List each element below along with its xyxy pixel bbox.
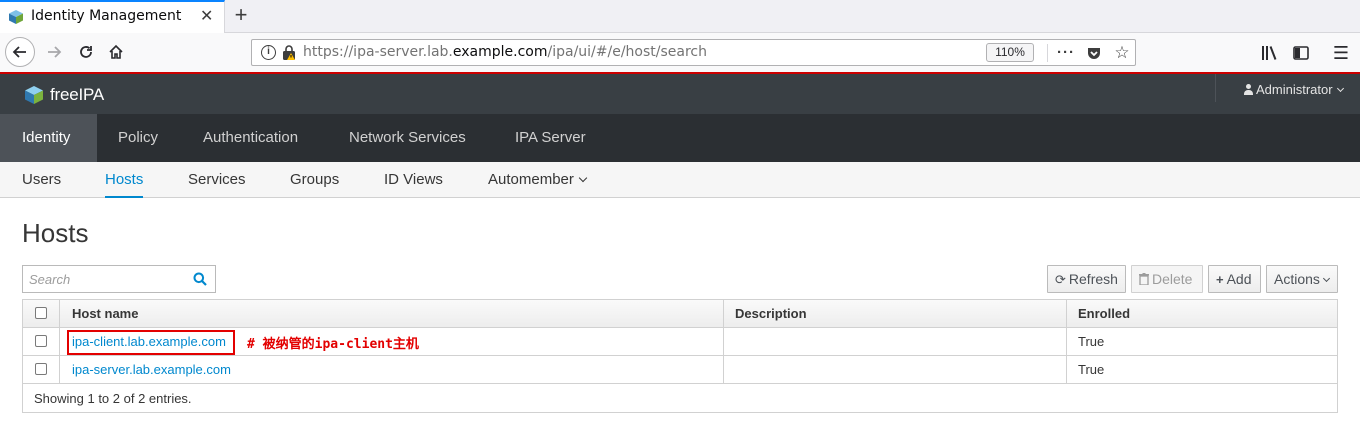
- page-actions-more-icon[interactable]: ···: [1056, 43, 1076, 63]
- refresh-icon: ⟳: [1055, 272, 1066, 287]
- url-host: example.com: [452, 44, 548, 60]
- reload-button[interactable]: [71, 37, 101, 67]
- delete-label: Delete: [1152, 271, 1193, 287]
- user-name: Administrator: [1256, 82, 1333, 97]
- arrow-right-icon: [48, 46, 62, 58]
- add-label: Add: [1226, 271, 1252, 287]
- column-header-description[interactable]: Description: [723, 300, 1066, 327]
- nav-ipa-server[interactable]: IPA Server: [493, 114, 608, 162]
- url-text[interactable]: https://ipa-server.lab.example.com/ipa/u…: [303, 44, 707, 60]
- subnav-users[interactable]: Users: [22, 162, 61, 198]
- url-bar-divider: [1047, 44, 1048, 62]
- home-button[interactable]: [101, 37, 131, 67]
- bookmark-star-icon[interactable]: ☆: [1112, 43, 1132, 63]
- row-select-cell: [23, 328, 59, 355]
- refresh-label: Refresh: [1068, 271, 1118, 287]
- forward-button[interactable]: [39, 37, 69, 67]
- pocket-shape: [1088, 48, 1100, 59]
- hosts-table: Host name Description Enrolled ipa-clien…: [22, 299, 1338, 413]
- sidebar-toggle-icon[interactable]: [1290, 42, 1312, 64]
- hamburger-menu-icon[interactable]: ☰: [1330, 42, 1352, 64]
- pocket-icon[interactable]: [1084, 43, 1104, 63]
- enrolled-cell: True: [1066, 356, 1337, 383]
- chevron-down-icon: [1336, 84, 1344, 93]
- url-prefix: https://ipa-server.lab.: [303, 44, 453, 60]
- column-header-enrolled[interactable]: Enrolled: [1066, 300, 1337, 327]
- page-title: Hosts: [22, 218, 89, 248]
- browser-tab[interactable]: Identity Management ✕: [0, 0, 225, 33]
- table-footer-summary: Showing 1 to 2 of 2 entries.: [34, 391, 192, 406]
- row-checkbox[interactable]: [35, 335, 47, 347]
- search-icon[interactable]: [193, 272, 207, 286]
- user-menu[interactable]: Administrator: [1244, 82, 1344, 97]
- select-all-cell: [23, 300, 59, 327]
- subnav-groups[interactable]: Groups: [290, 162, 339, 198]
- browser-tab-strip: Identity Management ✕ +: [0, 0, 1360, 33]
- url-bar[interactable]: i https://ipa-server.lab.example.com/ipa…: [251, 39, 1136, 66]
- freeipa-favicon-icon: [9, 10, 23, 24]
- annotation-highlight-box: [67, 330, 235, 355]
- nav-policy[interactable]: Policy: [96, 114, 180, 162]
- subnav-automember-label: Automember: [488, 171, 574, 188]
- tab-title: Identity Management: [31, 8, 182, 24]
- annotation-text: # 被纳管的ipa-client主机: [247, 337, 419, 352]
- trash-icon: [1139, 273, 1149, 286]
- secondary-nav: Users Hosts Services Groups ID Views Aut…: [0, 162, 1360, 198]
- row-checkbox[interactable]: [35, 363, 47, 375]
- browser-toolbar: i https://ipa-server.lab.example.com/ipa…: [0, 33, 1360, 72]
- chevron-down-icon: [578, 173, 588, 183]
- subnav-hosts[interactable]: Hosts: [105, 162, 144, 198]
- refresh-button[interactable]: ⟳ Refresh: [1047, 265, 1126, 293]
- column-header-host-name[interactable]: Host name: [59, 300, 723, 327]
- app-header: freeIPA Administrator: [0, 72, 1360, 114]
- tab-close-icon[interactable]: ✕: [200, 8, 213, 26]
- new-tab-button[interactable]: +: [230, 3, 252, 27]
- plus-icon: +: [1216, 272, 1224, 287]
- site-info-icon[interactable]: i: [261, 45, 276, 60]
- user-icon: [1244, 84, 1253, 95]
- arrow-left-icon: [12, 46, 26, 58]
- delete-button[interactable]: Delete: [1131, 265, 1203, 293]
- nav-authentication[interactable]: Authentication: [181, 114, 320, 162]
- home-icon: [109, 44, 123, 59]
- url-path: /ipa/ui/#/e/host/search: [547, 44, 708, 60]
- search-input[interactable]: [23, 266, 187, 292]
- library-shape: [1262, 46, 1277, 60]
- reload-icon: [80, 46, 92, 58]
- insecure-lock-icon[interactable]: [282, 44, 296, 61]
- actions-label: Actions: [1274, 271, 1320, 287]
- subnav-id-views[interactable]: ID Views: [384, 162, 443, 198]
- freeipa-logo-icon: [25, 86, 43, 104]
- back-button[interactable]: [5, 37, 35, 67]
- nav-network-services[interactable]: Network Services: [327, 114, 488, 162]
- add-button[interactable]: + Add: [1208, 265, 1261, 293]
- table-row: ipa-server.lab.example.com True: [23, 356, 1337, 384]
- select-all-checkbox[interactable]: [35, 307, 47, 319]
- description-cell: [723, 328, 1066, 355]
- nav-identity[interactable]: Identity: [0, 114, 97, 162]
- host-link[interactable]: ipa-server.lab.example.com: [72, 362, 231, 377]
- description-cell: [723, 356, 1066, 383]
- subnav-automember[interactable]: Automember: [488, 162, 588, 198]
- chevron-down-icon: [1322, 274, 1330, 283]
- table-header-row: Host name Description Enrolled: [23, 300, 1337, 328]
- subnav-services[interactable]: Services: [188, 162, 246, 198]
- primary-nav: Identity Policy Authentication Network S…: [0, 114, 1360, 162]
- enrolled-cell: True: [1066, 328, 1337, 355]
- zoom-level-badge[interactable]: 110%: [986, 43, 1034, 62]
- host-name-cell: ipa-server.lab.example.com: [59, 356, 723, 383]
- search-box: [22, 265, 216, 293]
- row-select-cell: [23, 356, 59, 383]
- actions-dropdown[interactable]: Actions: [1266, 265, 1338, 293]
- app-logo-text: freeIPA: [50, 85, 105, 104]
- library-icon[interactable]: [1259, 42, 1281, 64]
- header-divider: [1215, 74, 1216, 102]
- sidebar-shape: [1293, 46, 1309, 60]
